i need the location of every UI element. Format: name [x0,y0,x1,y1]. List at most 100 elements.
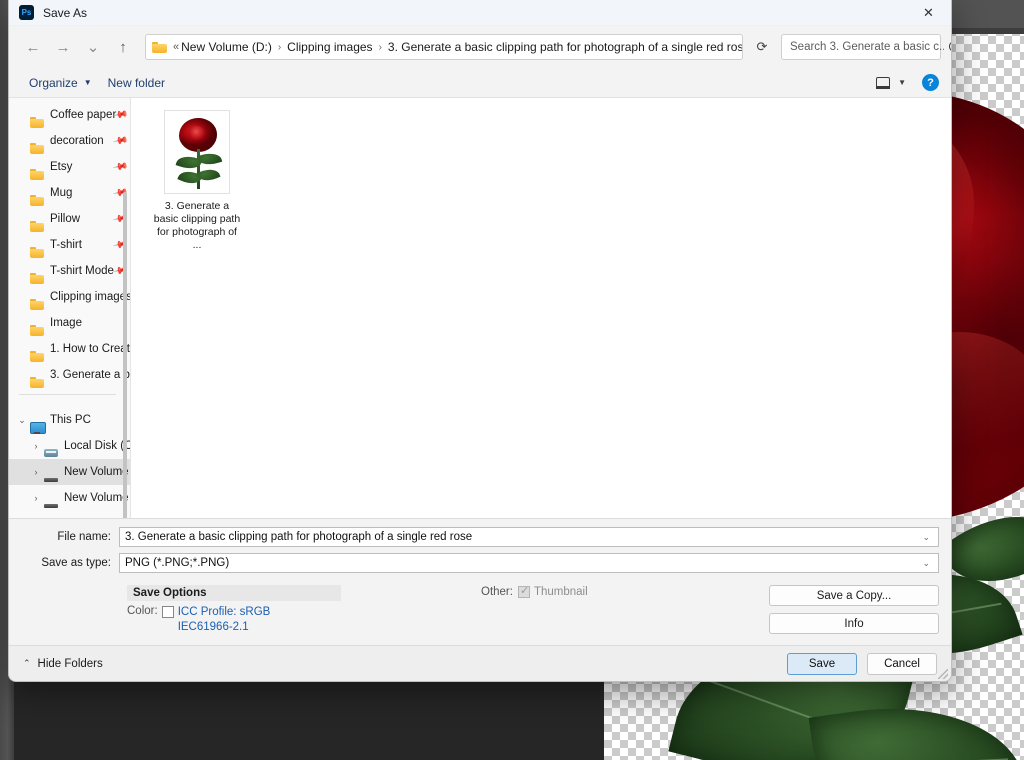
navpane-scrollbar[interactable] [121,104,128,518]
nav-item-t-shirt-mode[interactable]: T-shirt Mode 📌 [9,258,130,284]
nav-item-label: Image [50,317,82,329]
chevron-right-icon[interactable]: › [29,441,43,451]
filetype-value[interactable]: PNG (*.PNG;*.PNG) [125,557,916,569]
nav-item-label: Pillow [50,213,81,225]
organize-button[interactable]: Organize ▼ [21,73,100,93]
thumbnail-checkbox [517,584,530,598]
filetype-row: Save as type: PNG (*.PNG;*.PNG) ⌄ [21,553,939,573]
nav-item-network[interactable]: › Network [9,511,130,518]
hide-folders-label: Hide Folders [37,657,103,670]
nav-item-new-volume-e[interactable]: › New Volume (E [9,485,130,511]
nav-item-label: Clipping images [50,291,131,303]
close-icon[interactable]: ✕ [906,0,951,26]
nav-item-mug[interactable]: Mug 📌 [9,180,130,206]
search-icon[interactable] [949,40,951,54]
filename-value[interactable]: 3. Generate a basic clipping path for ph… [125,531,916,543]
search-input[interactable] [788,40,946,54]
breadcrumb-overflow-icon[interactable]: « [173,41,179,53]
resize-grip[interactable] [938,669,948,679]
back-button[interactable]: ← [19,33,47,61]
save-button[interactable]: Save [787,652,857,675]
nav-item-label: Coffee paper [50,109,117,121]
thumbnail-rose-leaf [196,165,221,185]
navigation-pane: Coffee paper 📌 decoration 📌 Etsy 📌 Mug 📌 [9,98,131,518]
breadcrumb-item-current[interactable]: 3. Generate a basic clipping path for ph… [388,40,742,54]
nav-item-label: 1. How to Create [50,343,131,355]
icc-profile-checkbox[interactable] [161,606,174,618]
nav-item-label: Etsy [50,161,73,173]
icc-profile-text-block: ICC Profile: sRGB IEC61966-2.1 [178,605,271,635]
chevron-down-icon[interactable]: ⌄ [916,532,936,543]
filetype-select[interactable]: PNG (*.PNG;*.PNG) ⌄ [119,553,939,573]
nav-item-generate-a-basic[interactable]: 3. Generate a ba [9,362,130,388]
save-a-copy-button[interactable]: Save a Copy... [769,585,939,606]
nav-item-label: Mug [50,187,73,199]
thumbnail-label: Thumbnail [533,585,588,598]
info-button[interactable]: Info [769,613,939,634]
nav-item-decoration[interactable]: decoration 📌 [9,128,130,154]
breadcrumb-item-drive[interactable]: New Volume (D:) [181,40,272,54]
chevron-down-icon[interactable]: ▼ [898,78,906,87]
dialog-footer: ⌃ Hide Folders Save Cancel [9,645,951,681]
chevron-up-icon: ⌃ [23,658,31,668]
navpane-scrollbar-thumb[interactable] [123,192,127,518]
icc-profile-line2: IEC61966-2.1 [177,621,249,633]
nav-item-label: This PC [50,414,91,426]
color-label: Color: [127,605,158,617]
recent-locations-button[interactable]: ⌄ [79,33,107,61]
thumbnail-rose-center [189,126,205,140]
breadcrumb-item-folder[interactable]: Clipping images [287,40,372,54]
folder-icon [152,41,167,53]
dialog-titlebar: Ps Save As ✕ [9,0,951,26]
breadcrumb-separator: › [378,41,382,53]
chevron-down-icon[interactable]: ⌄ [916,558,936,569]
help-icon[interactable]: ? [922,74,939,91]
cancel-button[interactable]: Cancel [867,652,937,675]
breadcrumb-separator: › [277,41,282,53]
nav-item-coffee-paper[interactable]: Coffee paper 📌 [9,102,130,128]
forward-button[interactable]: → [49,33,77,61]
nav-item-clipping-images[interactable]: Clipping images [9,284,130,310]
icc-profile-line1: ICC Profile: sRGB [177,606,271,618]
chevron-right-icon[interactable]: › [29,493,43,503]
nav-item-etsy[interactable]: Etsy 📌 [9,154,130,180]
save-options-header: Save Options [127,585,341,601]
nav-item-image[interactable]: Image [9,310,130,336]
filename-row: File name: 3. Generate a basic clipping … [21,527,939,547]
nav-item-label: T-shirt [50,239,82,251]
red-rose-thumbnail [164,110,230,194]
form-area: File name: 3. Generate a basic clipping … [9,518,951,645]
chevron-down-icon: ▼ [83,78,92,87]
nav-item-t-shirt[interactable]: T-shirt 📌 [9,232,130,258]
filename-label: File name: [57,531,111,543]
nav-item-how-to-create[interactable]: 1. How to Create [9,336,130,362]
dialog-title: Save As [43,5,88,20]
photoshop-icon: Ps [19,5,34,20]
command-bar: Organize ▼ New folder ▼ ? [9,68,951,98]
refresh-icon[interactable]: ⟳ [749,34,775,60]
new-folder-button[interactable]: New folder [100,73,173,93]
view-layout-icon[interactable] [876,76,891,89]
list-item[interactable]: 3. Generate a basic clipping path for ph… [151,106,243,256]
filename-field[interactable]: 3. Generate a basic clipping path for ph… [119,527,939,547]
save-options-buttons: Save a Copy... Info [769,585,939,635]
nav-item-local-disk-c[interactable]: › Local Disk (C:) [9,433,130,459]
save-options-left: Save Options Color: ICC Profile: sRGB IE… [21,585,481,635]
navigation-bar: ← → ⌄ ↑ « New Volume (D:) › Clipping ima… [9,26,951,68]
file-list[interactable]: 3. Generate a basic clipping path for ph… [131,98,951,518]
filetype-label: Save as type: [41,557,111,569]
hide-folders-button[interactable]: ⌃ Hide Folders [23,658,103,670]
address-bar[interactable]: « New Volume (D:) › Clipping images › 3.… [145,34,743,60]
chevron-down-icon[interactable]: ⌄ [15,415,29,426]
save-options-panel: Save Options Color: ICC Profile: sRGB IE… [21,579,939,645]
chevron-right-icon[interactable]: › [29,467,43,477]
thumbnail-rose-leaf [196,150,223,168]
nav-item-new-volume-d[interactable]: › New Volume (D [9,459,130,485]
organize-label: Organize [29,75,78,90]
nav-item-this-pc[interactable]: ⌄ This PC [9,407,130,434]
other-option-row: Other: Thumbnail [481,584,769,598]
other-label: Other: [481,585,513,598]
search-box[interactable] [781,34,951,60]
nav-item-pillow[interactable]: Pillow 📌 [9,206,130,232]
up-button[interactable]: ↑ [109,33,137,61]
